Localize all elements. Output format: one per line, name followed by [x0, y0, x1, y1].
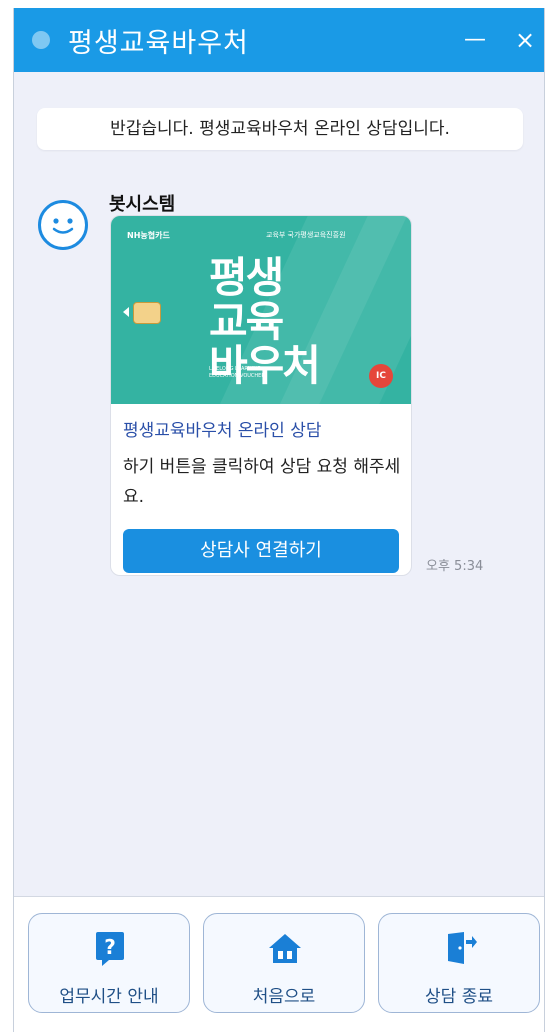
- exit-door-icon: [448, 932, 477, 964]
- message-time: 오후 5:34: [426, 559, 484, 574]
- home-icon: [269, 934, 301, 963]
- svg-text:?: ?: [104, 935, 116, 959]
- voucher-card-message: NH농협카드 교육부 국가평생교육진흥원 평생 교육 바우처 LIFELONG …: [110, 215, 412, 576]
- minimize-button[interactable]: —: [457, 22, 493, 58]
- home-label: 처음으로: [252, 987, 316, 1007]
- question-icon: ?: [96, 932, 124, 966]
- close-button[interactable]: ×: [507, 22, 543, 58]
- bot-avatar-icon: [38, 200, 88, 250]
- chip-arrow-icon: [123, 307, 129, 317]
- ministry-logo: 교육부 국가평생교육진흥원: [266, 231, 346, 239]
- card-body-text: 하기 버튼을 클릭하여 상담 요청 해주세요.: [123, 457, 401, 507]
- chat-window: 평생교육바우처 — × 반갑습니다. 평생교육바우처 온라인 상담입니다. 봇시…: [13, 8, 545, 1032]
- card-chip-icon: [133, 302, 161, 324]
- bot-name: 봇시스템: [109, 194, 176, 215]
- end-chat-label: 상담 종료: [425, 987, 493, 1007]
- business-hours-label: 업무시간 안내: [59, 987, 159, 1007]
- card-small-text: LIFELONG LEARNING EDUCATION VOUCHER: [209, 366, 265, 379]
- business-hours-button[interactable]: ? 업무시간 안내: [28, 913, 190, 1013]
- nh-card-logo: NH농협카드: [127, 231, 170, 240]
- status-dot-icon: [32, 31, 50, 49]
- connect-agent-button[interactable]: 상담사 연결하기: [123, 529, 399, 573]
- title-bar: 평생교육바우처 — ×: [14, 8, 544, 72]
- footer-toolbar: ? 업무시간 안내 처음으로 상담 종료: [14, 896, 544, 1032]
- end-chat-button[interactable]: 상담 종료: [378, 913, 540, 1013]
- voucher-card-image: NH농협카드 교육부 국가평생교육진흥원 평생 교육 바우처 LIFELONG …: [111, 216, 411, 404]
- home-button[interactable]: 처음으로: [203, 913, 365, 1013]
- window-title: 평생교육바우처: [68, 27, 249, 59]
- card-badge-icon: IC: [369, 364, 393, 388]
- card-heading: 평생교육바우처 온라인 상담: [123, 421, 322, 441]
- welcome-message: 반갑습니다. 평생교육바우처 온라인 상담입니다.: [37, 108, 523, 150]
